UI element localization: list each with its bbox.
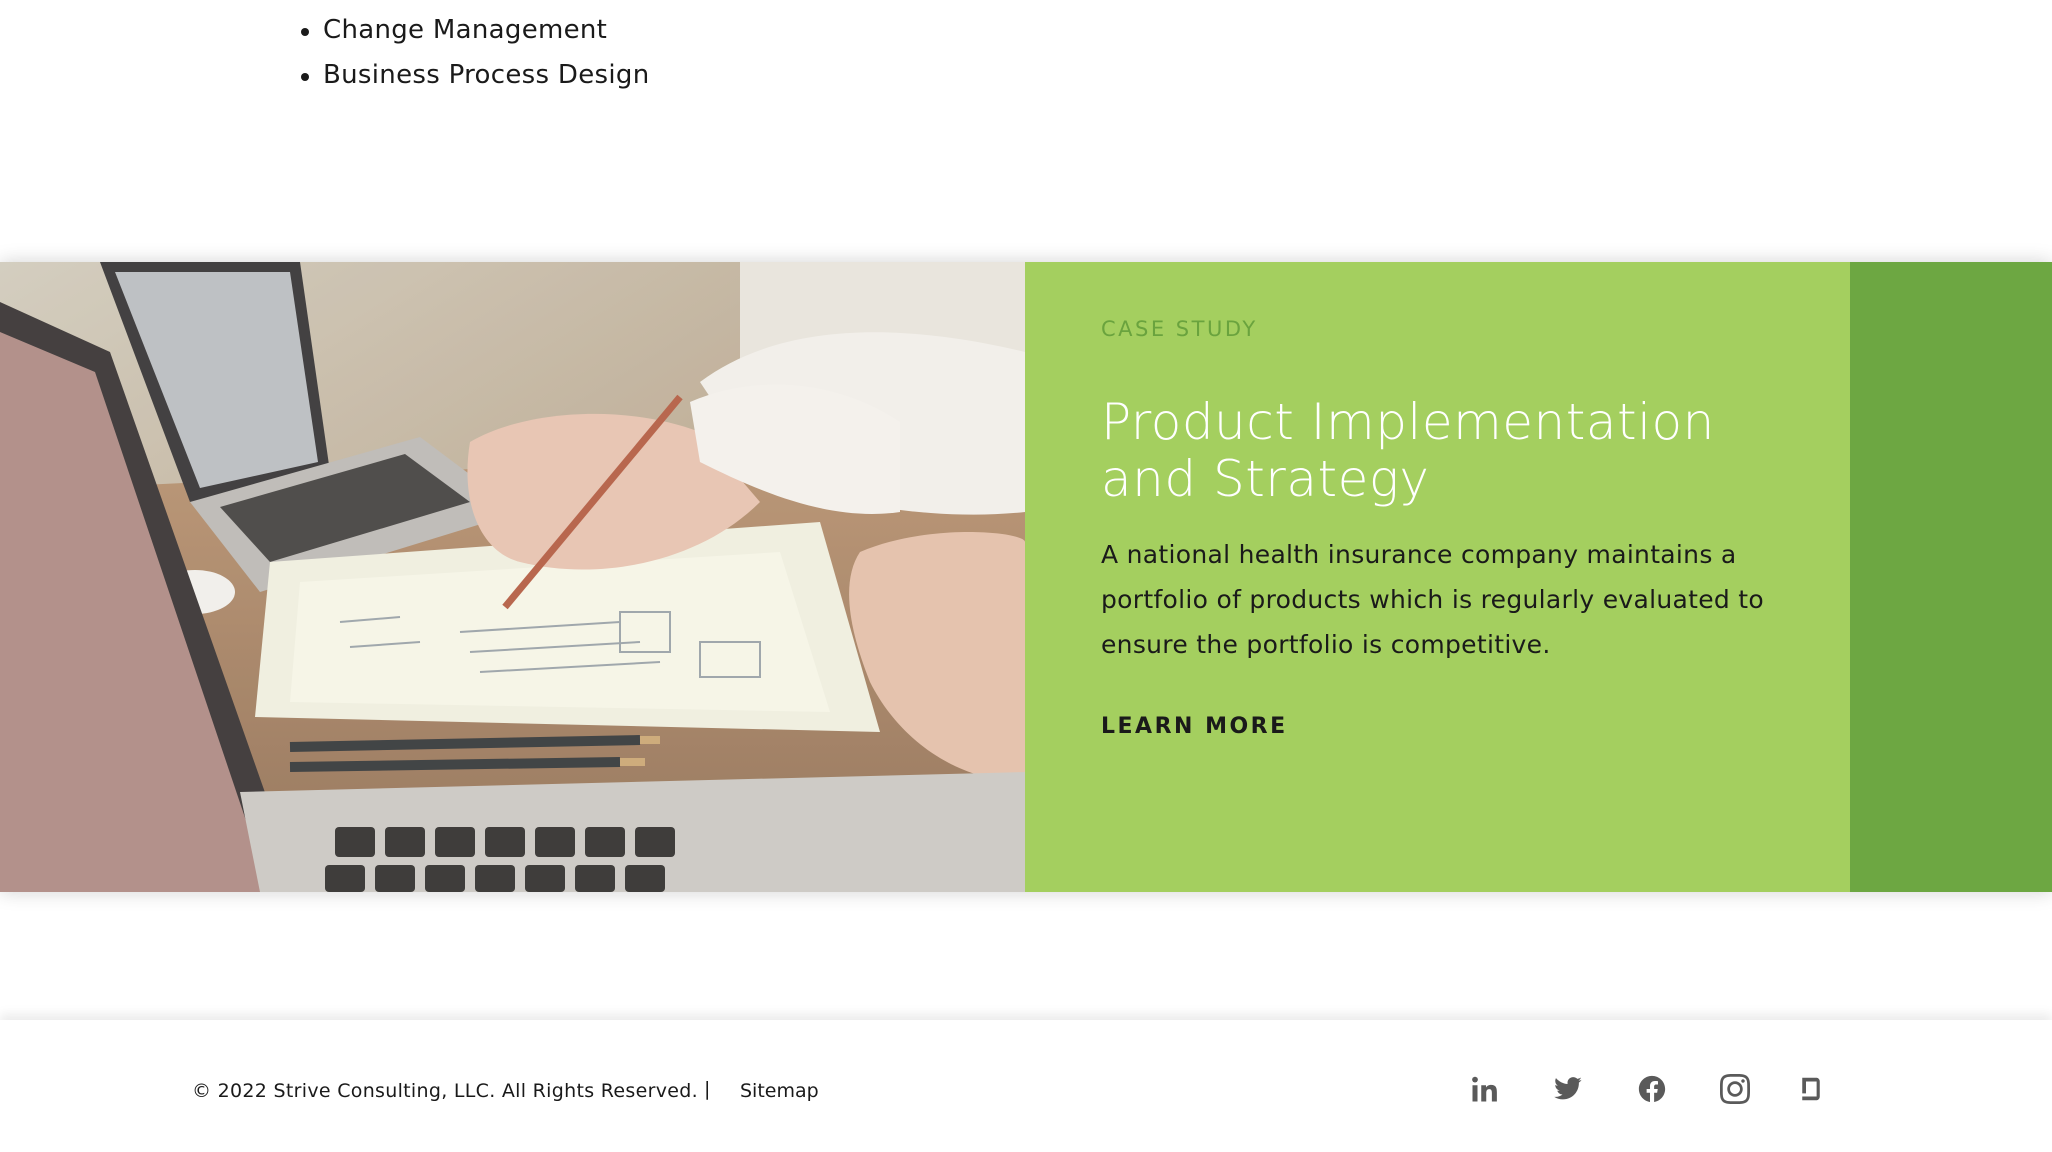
case-study-eyebrow: CASE STUDY [1101, 317, 1258, 341]
learn-more-link[interactable]: LEARN MORE [1101, 714, 1288, 739]
footer-separator: | [704, 1078, 711, 1100]
glassdoor-icon[interactable] [1794, 1072, 1828, 1106]
list-item: Business Process Design [300, 53, 649, 98]
site-footer: © 2022 Strive Consulting, LLC. All Right… [0, 1020, 2052, 1152]
list-item: Change Management [300, 8, 649, 53]
case-study-panel: CASE STUDY Product Implementation and St… [1025, 262, 1850, 892]
case-study-photo [0, 262, 1025, 892]
sitemap-link[interactable]: Sitemap [740, 1080, 819, 1102]
instagram-icon[interactable] [1718, 1072, 1752, 1106]
facebook-icon[interactable] [1635, 1072, 1669, 1106]
linkedin-icon[interactable] [1468, 1072, 1502, 1106]
copyright-text: © 2022 Strive Consulting, LLC. All Right… [192, 1080, 698, 1102]
case-study-title: Product Implementation and Strategy [1101, 394, 1801, 508]
desk-photo-illustration [0, 262, 1025, 892]
twitter-icon[interactable] [1551, 1072, 1585, 1106]
case-study-title-line2: and Strategy [1101, 450, 1430, 508]
services-list: Change Management Business Process Desig… [298, 8, 649, 98]
case-study-description: A national health insurance company main… [1101, 540, 1764, 659]
accent-strip [1850, 262, 2052, 892]
case-study-title-line1: Product Implementation [1101, 393, 1715, 451]
page: Change Management Business Process Desig… [0, 0, 2052, 1152]
case-study-band: CASE STUDY Product Implementation and St… [0, 262, 2052, 892]
